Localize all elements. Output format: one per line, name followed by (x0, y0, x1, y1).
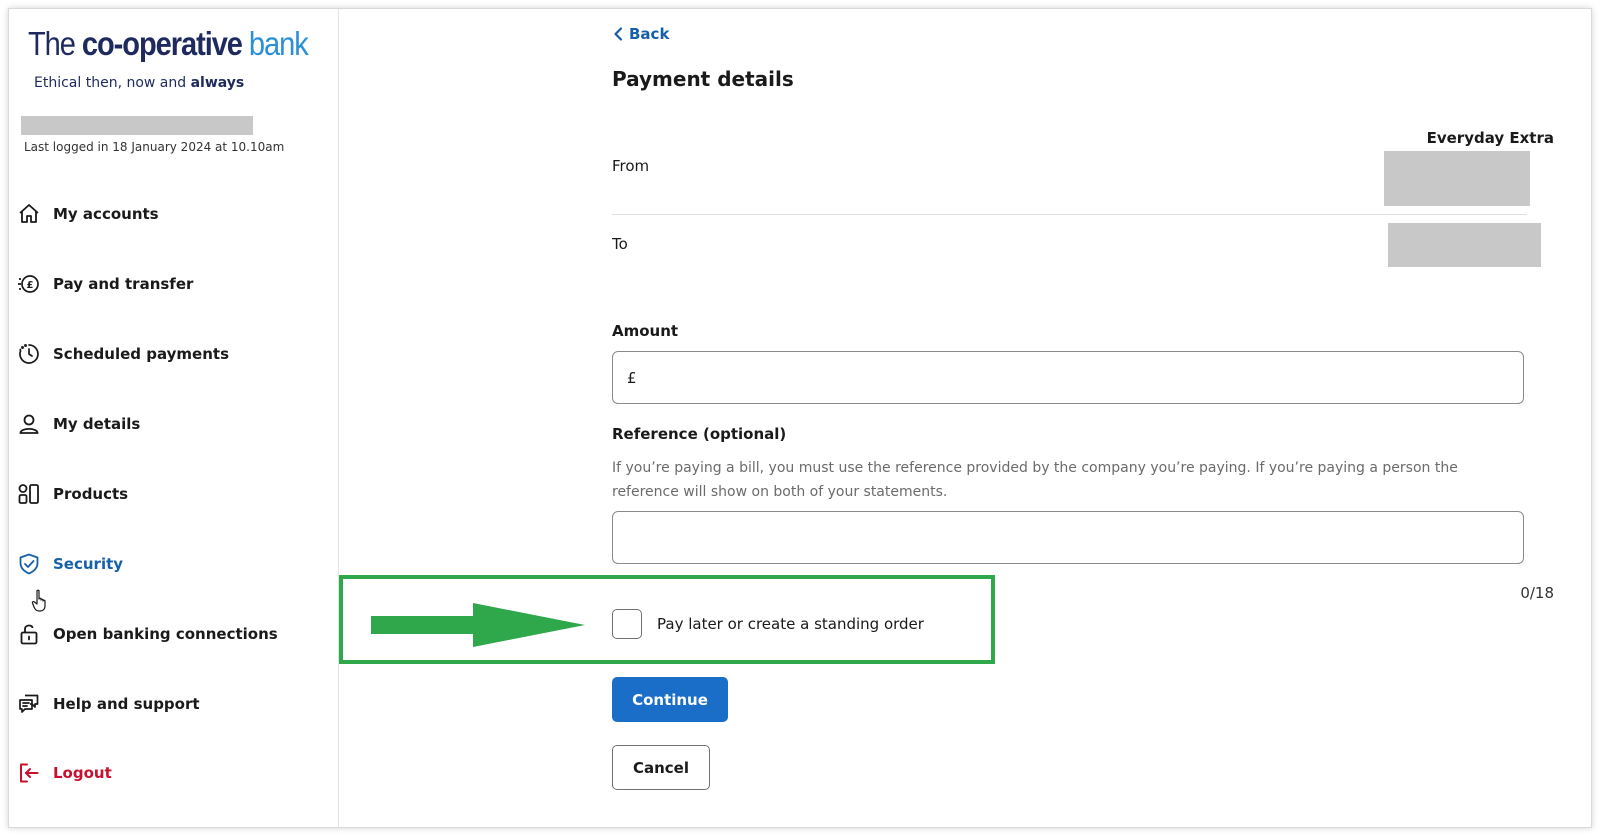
amount-label: Amount (612, 322, 679, 340)
sidebar-item-logout[interactable]: Logout (17, 758, 112, 788)
redacted-customer-name (21, 116, 253, 135)
logo-the: The (28, 25, 76, 62)
sidebar-item-pay-and-transfer[interactable]: £ Pay and transfer (17, 269, 193, 299)
last-login-text: Last logged in 18 January 2024 at 10.10a… (24, 140, 285, 154)
tagline: Ethical then, now and always (34, 75, 244, 91)
app-window: The co-operative bank Ethical then, now … (8, 8, 1592, 828)
pound-transfer-icon: £ (17, 272, 41, 296)
tagline-bold: always (190, 75, 245, 91)
amount-field[interactable]: £ (612, 351, 1524, 404)
sidebar-item-products[interactable]: Products (17, 479, 128, 509)
annotation-arrow-icon (371, 603, 585, 647)
sidebar-item-my-details[interactable]: My details (17, 409, 140, 439)
sidebar: The co-operative bank Ethical then, now … (9, 9, 339, 827)
tagline-prefix: Ethical then, now and (34, 75, 187, 91)
sidebar-item-open-banking-connections[interactable]: Open banking connections (17, 619, 278, 649)
pay-later-option[interactable]: Pay later or create a standing order (612, 609, 924, 639)
sidebar-item-security[interactable]: Security (17, 549, 123, 579)
redacted-from-account-details (1384, 151, 1530, 206)
sidebar-item-help-and-support[interactable]: Help and support (17, 689, 200, 719)
back-link[interactable]: Back (613, 25, 669, 43)
sidebar-item-my-accounts[interactable]: My accounts (17, 199, 159, 229)
home-icon (17, 202, 41, 226)
logout-icon (17, 761, 41, 785)
sidebar-item-label: Scheduled payments (53, 345, 229, 363)
sidebar-item-scheduled-payments[interactable]: Scheduled payments (17, 339, 229, 369)
reference-char-count: 0/18 (1520, 584, 1554, 602)
cancel-button[interactable]: Cancel (612, 745, 710, 790)
pay-later-checkbox[interactable] (612, 609, 642, 639)
continue-button[interactable]: Continue (612, 677, 728, 722)
to-label: To (612, 235, 628, 253)
page-title: Payment details (612, 67, 794, 91)
sidebar-item-label: Logout (53, 764, 112, 782)
logo-coop: co-operative (81, 25, 243, 62)
svg-text:£: £ (27, 280, 34, 291)
divider (612, 214, 1527, 215)
person-icon (17, 412, 41, 436)
padlock-open-icon (17, 622, 41, 646)
clock-icon (17, 342, 41, 366)
back-label: Back (629, 25, 670, 43)
amount-input[interactable] (640, 368, 1523, 387)
redacted-payee-details (1388, 223, 1541, 267)
sidebar-item-label: Pay and transfer (53, 275, 194, 293)
currency-symbol: £ (627, 368, 637, 387)
sidebar-item-label: Open banking connections (53, 625, 278, 643)
logo-bank: bank (248, 25, 309, 62)
reference-input[interactable] (613, 512, 1523, 563)
from-account-name: Everyday Extra (1426, 129, 1554, 147)
pay-later-label: Pay later or create a standing order (657, 615, 924, 633)
from-label: From (612, 157, 650, 175)
sidebar-item-label: My accounts (53, 205, 159, 223)
products-icon (17, 482, 41, 506)
reference-field[interactable] (612, 511, 1524, 564)
sidebar-item-label: Help and support (53, 695, 200, 713)
chevron-left-icon (614, 27, 623, 41)
sidebar-item-label: My details (53, 415, 141, 433)
sidebar-item-label: Security (53, 555, 124, 573)
shield-check-icon (17, 552, 41, 576)
sidebar-item-label: Products (53, 485, 129, 503)
chat-bubbles-icon (17, 692, 41, 716)
reference-label: Reference (optional) (612, 425, 787, 443)
hand-pointer-cursor-icon (31, 589, 51, 613)
bank-logo[interactable]: The co-operative bank (28, 25, 309, 63)
reference-help-text: If you’re paying a bill, you must use th… (612, 460, 1458, 500)
